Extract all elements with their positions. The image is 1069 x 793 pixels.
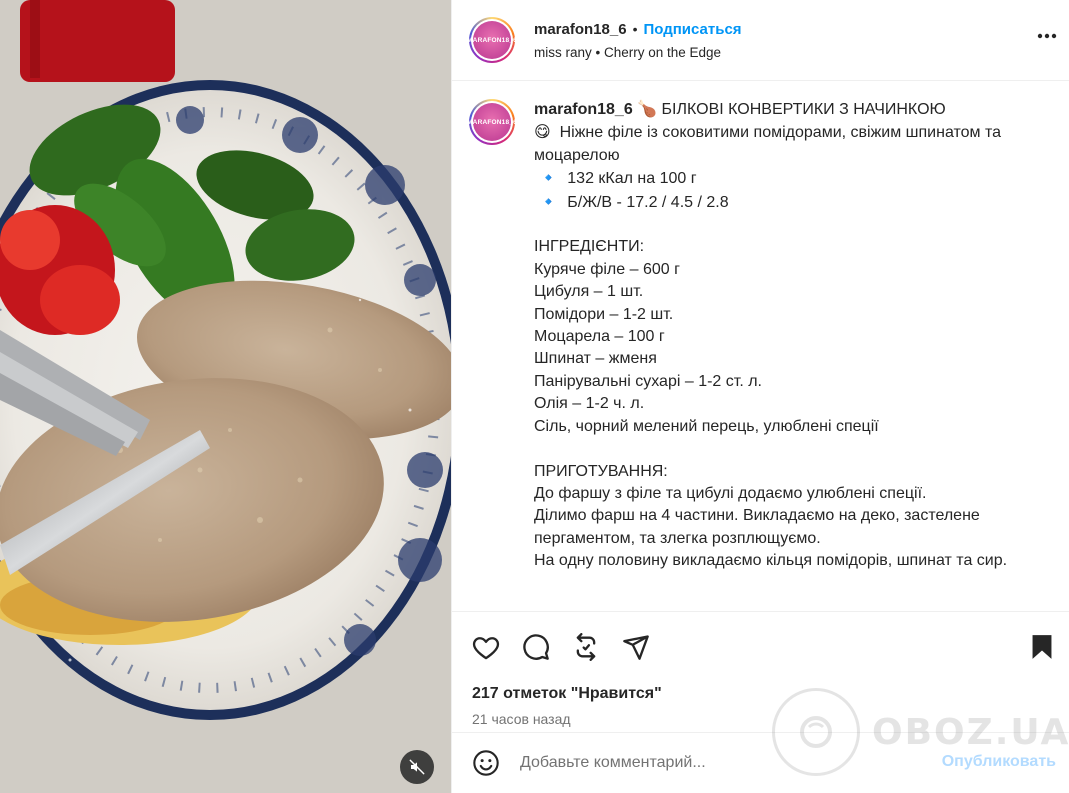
bookmark-icon [1032, 635, 1052, 659]
comment-icon [523, 634, 549, 660]
recipe-bju: Б/Ж/В - 17.2 / 4.5 / 2.8 [567, 193, 729, 211]
post-header: MARAFON18_6 marafon18_6 • Подписаться mi… [452, 0, 1069, 81]
mute-button[interactable] [400, 750, 434, 784]
step-item: До фаршу з філе та цибулі додаємо улюбле… [534, 484, 927, 502]
avatar-label: MARAFON18_6 [467, 21, 517, 59]
username-link[interactable]: marafon18_6 [534, 21, 627, 38]
caption-text: marafon18_6 🍗 БІЛКОВІ КОНВЕРТИКИ З НАЧИН… [534, 98, 1039, 573]
publish-button[interactable]: Опубликовать [942, 753, 1056, 771]
ingredient-item: Олія – 1-2 ч. л. [534, 395, 645, 413]
recipe-kcal: 132 кКал на 100 г [567, 170, 697, 188]
post-media[interactable] [0, 0, 451, 793]
blue-diamond-emoji: 🔹 [538, 191, 559, 211]
blue-diamond-emoji: 🔹 [538, 168, 559, 188]
steps-heading: ПРИГОТУВАННЯ: [534, 462, 668, 480]
heart-icon [472, 637, 500, 660]
ingredient-item: Сіль, чорний мелений перець, улюблені сп… [534, 417, 879, 435]
step-item: Ділимо фарш на 4 частини. Викладаємо на … [534, 507, 985, 547]
action-bar: 217 отметок "Нравится" 21 часов назад [452, 611, 1069, 732]
audio-track-link[interactable]: miss rany • Cherry on the Edge [534, 45, 742, 60]
follow-button[interactable]: Подписаться [643, 21, 741, 38]
drumstick-emoji: 🍗 [637, 99, 658, 118]
caption-username[interactable]: marafon18_6 [534, 101, 633, 118]
separator-dot: • [632, 21, 638, 37]
ingredients-heading: ІНГРЕДІЄНТИ: [534, 238, 645, 256]
ingredient-item: Цибуля – 1 шт. [534, 283, 644, 301]
ingredient-item: Шпинат – жменя [534, 350, 657, 368]
like-button[interactable] [471, 632, 501, 662]
ingredient-item: Моцарела – 100 г [534, 328, 665, 346]
avatar[interactable]: MARAFON18_6 [467, 17, 517, 63]
post-side-panel: MARAFON18_6 marafon18_6 • Подписаться mi… [451, 0, 1069, 793]
comment-button[interactable] [521, 632, 551, 662]
caption-avatar-label: MARAFON18_6 [467, 103, 517, 141]
share-button[interactable] [621, 632, 651, 662]
share-icon [623, 635, 649, 660]
step-item: На одну половину викладаємо кільця помід… [534, 552, 1008, 570]
comment-bar: Опубликовать [452, 732, 1069, 793]
ingredient-item: Куряче філе – 600 г [534, 260, 680, 278]
ingredient-item: Панірувальні сухарі – 1-2 ст. л. [534, 372, 762, 390]
caption: MARAFON18_6 marafon18_6 🍗 БІЛКОВІ КОНВЕР… [467, 98, 1049, 573]
recipe-title: БІЛКОВІ КОНВЕРТИКИ З НАЧИНКОЮ [661, 101, 946, 118]
likes-count[interactable]: 217 отметок "Нравится" [472, 685, 662, 703]
save-button[interactable] [1027, 632, 1057, 662]
ingredient-item: Помідори – 1-2 шт. [534, 305, 674, 323]
recipe-intro: Ніжне філе із соковитими помідорами, сві… [534, 124, 1006, 164]
speaker-muted-icon [409, 759, 425, 775]
smiley-icon[interactable] [472, 749, 500, 777]
caption-scroll-area[interactable]: MARAFON18_6 marafon18_6 🍗 БІЛКОВІ КОНВЕР… [452, 81, 1069, 611]
more-options-button[interactable] [1035, 24, 1059, 48]
yum-emoji: 😋 [534, 122, 551, 142]
comment-input[interactable] [520, 754, 910, 772]
caption-avatar[interactable]: MARAFON18_6 [467, 99, 517, 145]
food-photo [0, 0, 451, 793]
repost-icon [576, 633, 596, 661]
more-horizontal-icon [1037, 33, 1057, 39]
post-timestamp[interactable]: 21 часов назад [472, 711, 571, 727]
repost-button[interactable] [571, 632, 601, 662]
